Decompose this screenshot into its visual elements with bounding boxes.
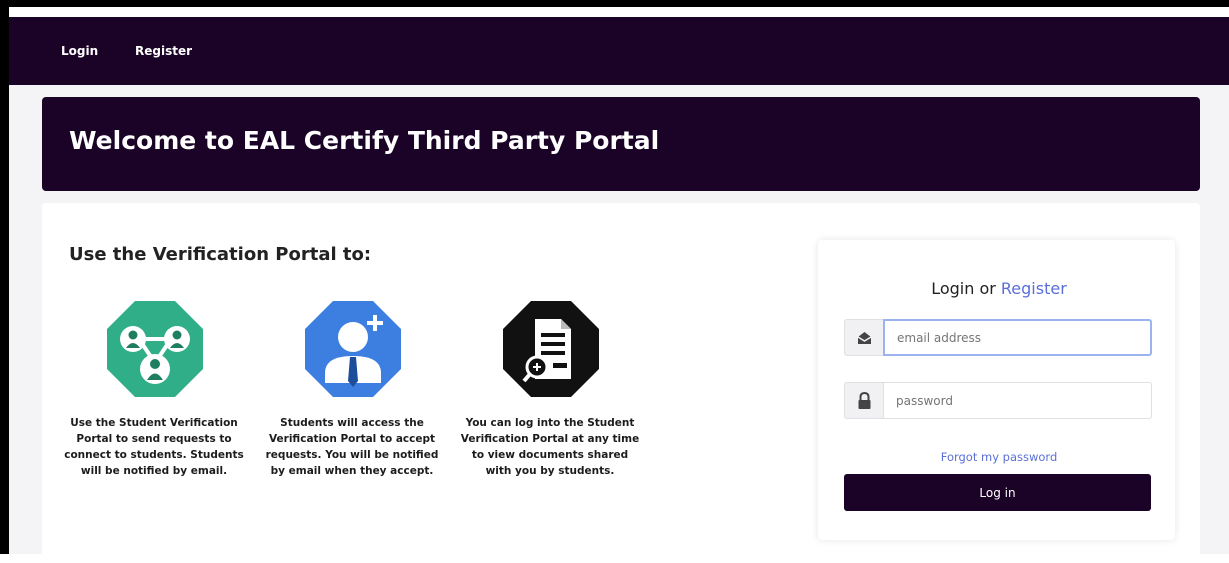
password-field — [844, 382, 1152, 419]
add-user-icon — [305, 301, 401, 397]
login-heading: Login or Register — [818, 279, 1180, 298]
envelope-icon — [844, 319, 883, 356]
login-button[interactable]: Log in — [844, 474, 1151, 511]
feature-view-documents-text: You can log into the Student Verificatio… — [460, 417, 640, 477]
login-register-link[interactable]: Register — [1001, 279, 1067, 298]
lock-icon — [844, 382, 883, 419]
feature-connect-text: Use the Student Verification Portal to s… — [64, 417, 244, 477]
email-input[interactable] — [883, 319, 1152, 356]
nav-login-link[interactable]: Login — [61, 44, 98, 58]
top-navigation: Login Register — [9, 7, 1229, 85]
connect-students-icon — [107, 301, 203, 397]
main-card: Use the Verification Portal to: Use the … — [42, 203, 1200, 563]
login-heading-prefix: Login or — [931, 279, 1001, 298]
section-title: Use the Verification Portal to: — [69, 244, 372, 265]
document-search-icon — [503, 301, 599, 397]
page-title: Welcome to EAL Certify Third Party Porta… — [69, 126, 660, 155]
nav-register-link[interactable]: Register — [135, 44, 192, 58]
email-field — [844, 319, 1152, 356]
welcome-banner: Welcome to EAL Certify Third Party Porta… — [42, 97, 1200, 191]
forgot-password-link[interactable]: Forgot my password — [818, 450, 1180, 464]
feature-accept-text: Students will access the Verification Po… — [265, 417, 439, 477]
password-input[interactable] — [883, 382, 1152, 419]
login-panel: Login or Register Forgot my password Log… — [818, 240, 1175, 540]
